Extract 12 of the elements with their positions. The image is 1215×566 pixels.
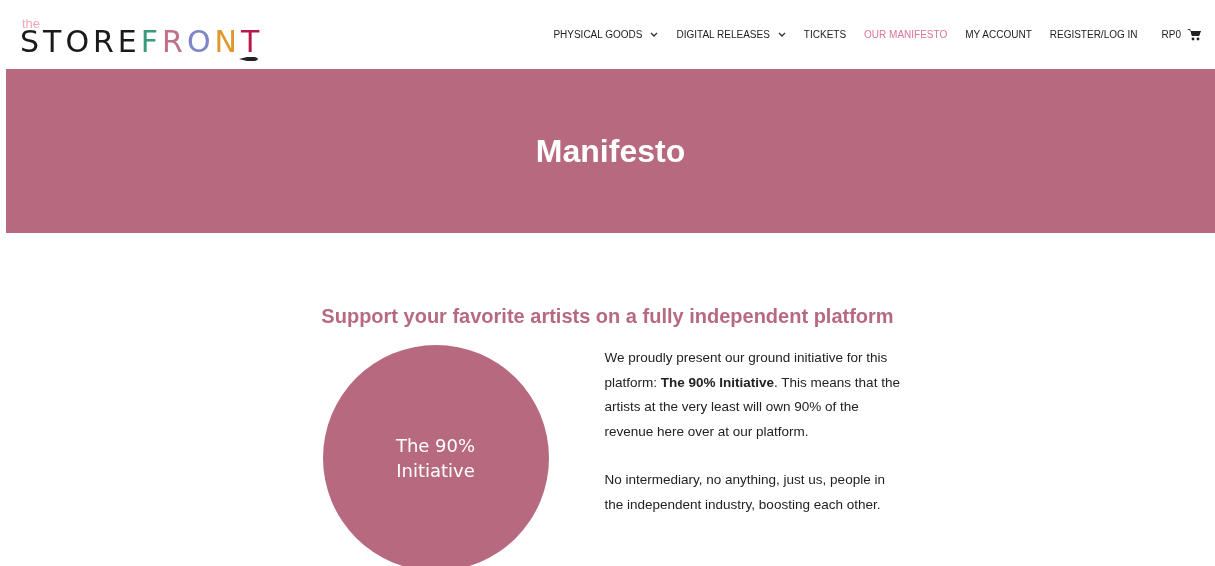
nav-link[interactable]: TICKETS (803, 27, 847, 42)
cart-link[interactable]: RP0 (1161, 27, 1201, 42)
nav-link[interactable]: MY ACCOUNT (965, 27, 1032, 42)
section-heading: Support your favorite artists on a fully independent platform (321, 304, 894, 329)
cart-icon (1187, 28, 1201, 41)
body-paragraph: No intermediary, no anything, just us, people in the independent industry, boosting each other. (604, 471, 886, 514)
nav-link[interactable]: PHYSICAL GOODS (553, 27, 659, 42)
page-title: Manifesto (535, 132, 686, 171)
nav-link[interactable]: DIGITAL RELEASES (676, 27, 786, 42)
circle-label: The 90% Initiative (394, 434, 477, 483)
body-paragraph: We proudly present our ground initiative for this platform: The 90% Initiative. This means that the artists at the very least will own 90% of the revenue here over at our platform. (604, 349, 901, 441)
nav-link[interactable]: REGISTER/LOG IN (1049, 27, 1138, 42)
